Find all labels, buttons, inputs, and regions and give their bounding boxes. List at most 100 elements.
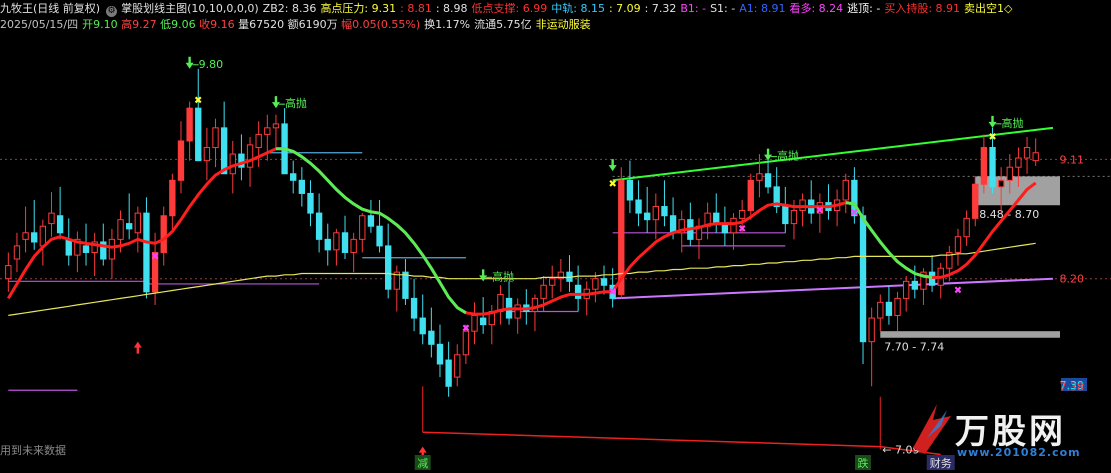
candle-body (644, 212, 651, 221)
candle-body (56, 215, 64, 234)
candle-body (652, 206, 659, 221)
candle-body (635, 199, 642, 214)
candle-body (22, 232, 29, 240)
candle (324, 223, 331, 266)
stock-title[interactable]: 九牧王(日线 前复权) (0, 2, 100, 15)
future-data-note: 用到未来数据 (0, 444, 66, 457)
candle-body (419, 317, 426, 335)
candle-body (169, 179, 176, 217)
candle-body (385, 245, 392, 290)
candle (22, 206, 29, 253)
candle (74, 231, 81, 273)
quote-high: 高9.27 (121, 18, 157, 31)
candle-body (1015, 157, 1022, 168)
candle (436, 324, 444, 378)
candle-body (13, 245, 21, 260)
candle-body (462, 330, 470, 356)
support-zone-label: 7.70 - 7.74 (884, 341, 944, 354)
candle (644, 186, 651, 233)
candle (91, 232, 98, 277)
quote-amount: 额6190万 (287, 18, 338, 31)
down-arrow-icon (608, 159, 617, 172)
candle (583, 281, 590, 316)
candle-body (842, 179, 849, 201)
candle-body (1023, 147, 1031, 159)
candle-body (65, 238, 72, 256)
candle-body (963, 217, 970, 238)
candle-body (574, 284, 582, 299)
candle (661, 180, 668, 227)
candle (359, 213, 366, 253)
candle (566, 255, 573, 292)
support-zones: 8.48 - 8.707.70 - 7.74 (880, 176, 1060, 354)
candle-body (307, 192, 314, 214)
candle (695, 218, 703, 260)
candle (428, 307, 435, 358)
candle-body (980, 147, 988, 185)
candle-body (212, 127, 219, 149)
candle (307, 180, 314, 227)
indicator-value: : 8.81 (400, 2, 432, 15)
down-arrow-icon (479, 269, 488, 282)
gear-icon[interactable]: ⚙ (106, 6, 118, 17)
candle-body (315, 212, 323, 240)
support-zone-box (880, 331, 1060, 338)
cross-marker-icon: ✖ (954, 286, 962, 297)
signal-label: 高抛 (492, 269, 514, 283)
candle (842, 173, 849, 214)
indicator-header: 九牧王(日线 前复权) ⚙ 掌股划线主图(10,10,0,0,0) ZB2: 8.36… (0, 1, 1021, 17)
ma-green-segment (845, 201, 933, 279)
candle-body (445, 359, 452, 387)
candle-body (108, 238, 116, 260)
candle (272, 114, 280, 148)
price-tick-label: 9.11 (1060, 153, 1085, 166)
candle-body (48, 212, 55, 225)
cross-marker-icon: ✖ (608, 179, 616, 190)
candle-body (39, 225, 47, 247)
candle (195, 68, 202, 162)
candle-body (747, 179, 754, 211)
up-arrow-icon (133, 341, 142, 354)
candle (626, 160, 634, 214)
candle (281, 108, 288, 175)
candle (402, 259, 409, 305)
candle (773, 167, 780, 214)
candle-body (989, 147, 996, 188)
candle-body (592, 278, 599, 290)
candle (445, 341, 452, 397)
candle-body (367, 215, 375, 227)
candle (48, 192, 55, 237)
candle (454, 344, 461, 387)
down-arrow-icon (988, 115, 997, 128)
candle (385, 223, 392, 299)
indicator-name[interactable]: 掌股划线主图(10,10,0,0,0) (121, 2, 259, 15)
candle (687, 202, 694, 246)
cross-marker-icon: ✖ (850, 208, 858, 219)
candle (514, 298, 521, 334)
quote-volume: 量67520 (238, 18, 285, 31)
signal-label: 高抛 (1002, 116, 1024, 130)
candle (31, 199, 38, 250)
cross-marker-icon: ✖ (151, 251, 159, 262)
candle-body (134, 212, 141, 234)
price-tick-label: 8.20 (1060, 273, 1085, 286)
candle-body (894, 297, 901, 316)
candle-body (203, 147, 211, 162)
candle-body (350, 238, 357, 253)
candle (574, 265, 582, 312)
signal-label: 9.80 (199, 58, 224, 71)
candle (531, 294, 539, 332)
indicator-value: 中轨: 8.15 (551, 2, 605, 15)
quote-sector: 非运动服装 (535, 18, 591, 31)
candle-body (333, 232, 340, 251)
indicator-value: 低点支撑: 6.99 (471, 2, 548, 15)
quote-turnover: 换1.17% (424, 18, 471, 31)
candle (756, 154, 763, 198)
candle (5, 252, 12, 292)
candle-body (126, 223, 133, 230)
indicator-value: 高点压力: 9.31 (320, 2, 397, 15)
candle (635, 180, 642, 227)
candle (799, 193, 806, 227)
indicator-value: 买入持股: 8.91 (884, 2, 961, 15)
candle-body (868, 317, 875, 343)
